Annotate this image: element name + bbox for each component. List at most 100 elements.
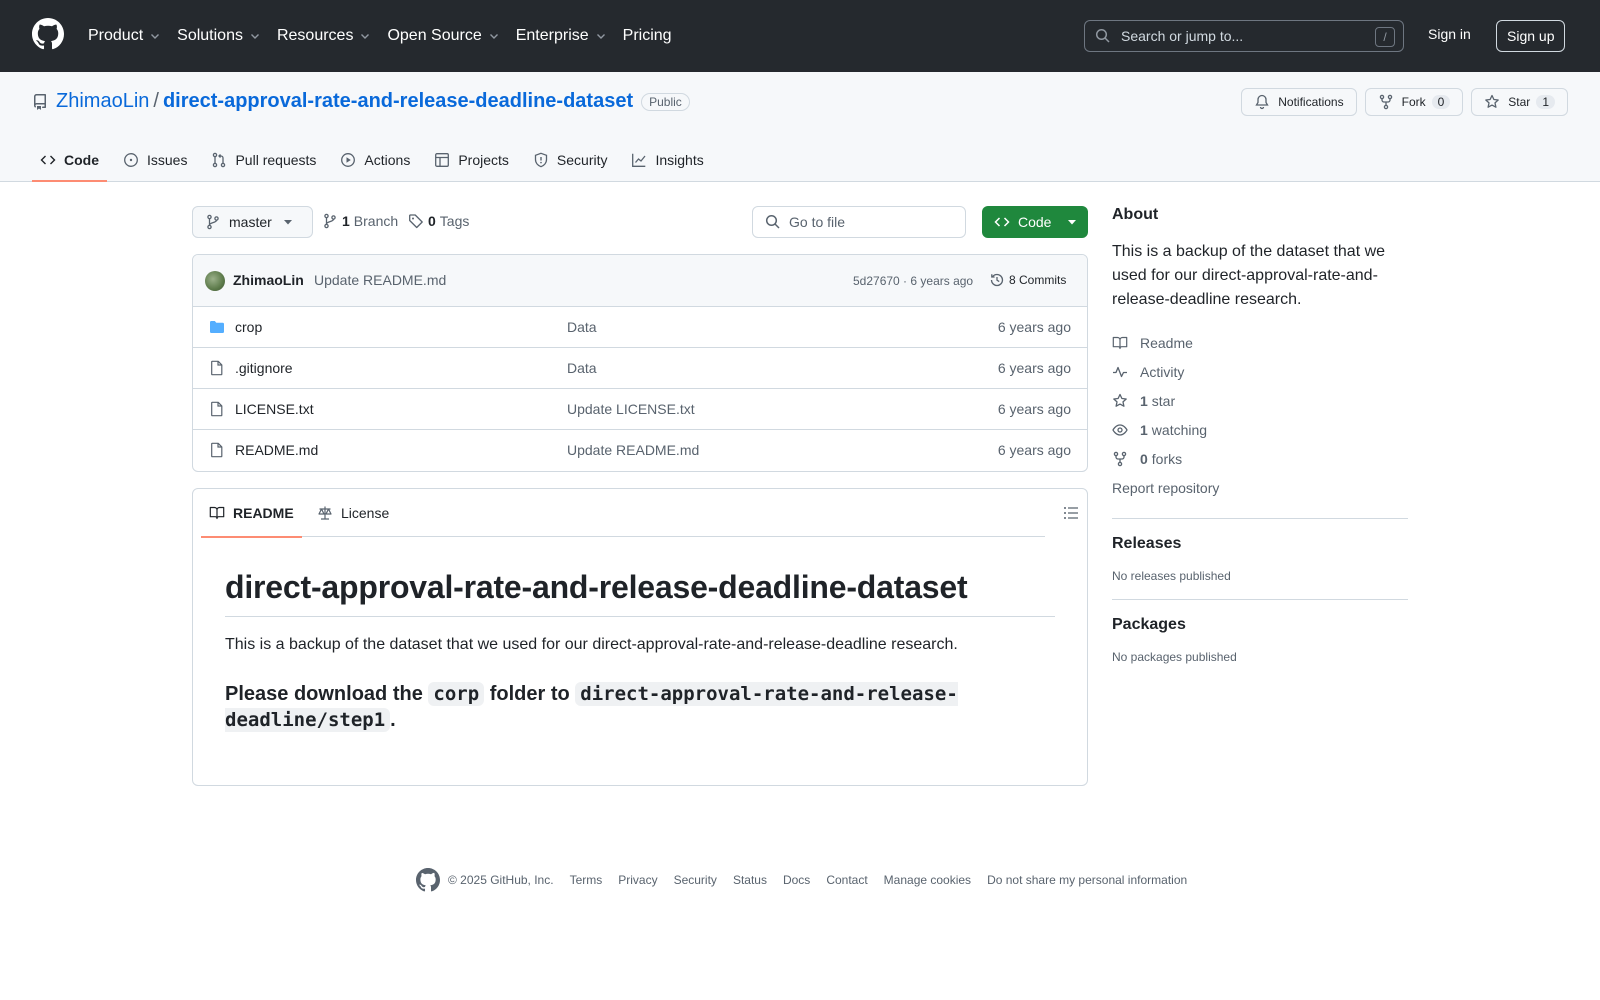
file-list: ZhimaoLin Update README.md 5d27670 · 6 y… [192,254,1088,472]
chevron-down-icon [489,34,498,39]
nav-label: Pricing [622,27,672,44]
search-icon [1095,28,1110,43]
tab-label: Code [64,152,99,168]
caret-down-icon [283,220,292,225]
code-dropdown-button[interactable]: Code [982,206,1088,238]
code-button-label: Code [1018,214,1052,230]
footer-link-privacy[interactable]: Privacy [618,873,657,887]
fork-count: 0 [1431,95,1451,109]
commits-history-link[interactable]: 8 Commits [989,272,1066,288]
tab-security[interactable]: Security [525,140,616,180]
forks-link[interactable]: 0 forks [1112,444,1408,473]
commit-message-link[interactable]: Update README.md [314,272,446,288]
file-name-link[interactable]: crop [235,319,262,335]
footer-link-terms[interactable]: Terms [570,873,603,887]
file-commit-message[interactable]: Update LICENSE.txt [567,401,695,417]
file-commit-message[interactable]: Data [567,360,597,376]
repo-owner-link[interactable]: ZhimaoLin [56,90,149,113]
stars-link[interactable]: 1 star [1112,386,1408,415]
footer-link-status[interactable]: Status [733,873,767,887]
github-logo-icon[interactable] [416,868,440,892]
nav-product[interactable]: Product [88,22,161,50]
pulse-icon [1113,366,1127,377]
nav-open-source[interactable]: Open Source [387,22,499,50]
readme-tabs: README License [201,489,1045,538]
readme-content: direct-approval-rate-and-release-deadlin… [193,537,1087,765]
file-commit-message[interactable]: Data [567,319,597,335]
nav-label: Open Source [387,27,482,44]
tags-link[interactable]: 0 Tags [408,213,469,229]
footer-link-do-not-share[interactable]: Do not share my personal information [987,873,1187,887]
file-name-link[interactable]: .gitignore [235,360,293,376]
footer-link-docs[interactable]: Docs [783,873,810,887]
nav-resources[interactable]: Resources [277,22,371,50]
branch-count: 1 [342,213,350,229]
tab-readme[interactable]: README [201,489,302,538]
tab-license[interactable]: License [309,489,397,537]
go-to-file-input[interactable]: Go to file [752,206,966,238]
about-links: Readme Activity 1 star 1 watching 0 fork… [1112,328,1408,502]
repo-separator: / [153,90,159,112]
branch-selector[interactable]: master [192,206,313,238]
table-row[interactable]: crop Data 6 years ago [193,307,1087,348]
commit-author-link[interactable]: ZhimaoLin [233,272,304,288]
tab-label: Issues [147,152,188,168]
file-commit-message[interactable]: Update README.md [567,442,699,458]
watching-label: watching [1151,421,1208,438]
tab-label: Insights [655,152,704,168]
notifications-button[interactable]: Notifications [1241,88,1357,116]
report-repository-link[interactable]: Report repository [1112,473,1408,502]
nav-label: Resources [276,27,354,44]
list-unordered-icon[interactable] [1063,505,1079,521]
shield-icon [534,152,548,168]
nav-label: Product [88,27,144,44]
chevron-down-icon [596,34,605,39]
tag-count: 0 [428,213,436,229]
tab-issues[interactable]: Issues [115,140,195,180]
search-input[interactable]: Search or jump to... / [1084,20,1404,52]
table-row[interactable]: LICENSE.txt Update LICENSE.txt 6 years a… [193,389,1087,430]
repo-name-link[interactable]: direct-approval-rate-and-release-deadlin… [163,90,633,113]
footer-link-manage-cookies[interactable]: Manage cookies [884,873,971,887]
file-name-link[interactable]: LICENSE.txt [235,401,314,417]
footer-link-security[interactable]: Security [674,873,717,887]
watching-link[interactable]: 1 watching [1112,415,1408,444]
sign-in-link[interactable]: Sign in [1428,26,1471,42]
file-date: 6 years ago [997,360,1071,376]
commit-hash-age[interactable]: 5d27670 · 6 years ago [853,274,973,288]
branches-link[interactable]: 1 Branch [322,213,398,229]
sign-up-button[interactable]: Sign up [1496,20,1566,52]
tab-actions[interactable]: Actions [332,140,418,180]
tab-pull-requests[interactable]: Pull requests [203,140,324,180]
releases-heading[interactable]: Releases [1112,535,1408,553]
packages-heading[interactable]: Packages [1112,616,1408,634]
activity-link-label: Activity [1140,363,1185,380]
table-row[interactable]: README.md Update README.md 6 years ago [193,430,1087,471]
table-row[interactable]: .gitignore Data 6 years ago [193,348,1087,389]
sidebar-divider [1112,518,1408,519]
github-logo-icon[interactable] [32,18,64,50]
fork-icon [1113,451,1127,466]
main-content: master 1 Branch 0 Tags Go to file Code Z… [192,206,1088,786]
nav-enterprise[interactable]: Enterprise [516,22,607,50]
star-icon [1113,393,1127,407]
avatar[interactable] [205,271,225,291]
branch-icon [207,214,219,230]
nav-pricing[interactable]: Pricing [623,22,672,50]
global-header: Product Solutions Resources Open Source … [0,0,1600,72]
activity-link[interactable]: Activity [1112,357,1408,386]
tab-code[interactable]: Code [32,140,107,182]
watching-count: 1 [1140,421,1148,438]
tab-projects[interactable]: Projects [426,140,517,180]
readme-title: direct-approval-rate-and-release-deadlin… [225,569,1055,617]
fork-button[interactable]: Fork 0 [1364,88,1464,116]
star-button[interactable]: Star 1 [1471,88,1568,116]
readme-link[interactable]: Readme [1112,328,1408,357]
tab-insights[interactable]: Insights [623,140,711,180]
history-icon [990,273,1004,287]
pull-request-icon [213,152,226,168]
nav-solutions[interactable]: Solutions [177,22,261,50]
latest-commit-bar: ZhimaoLin Update README.md 5d27670 · 6 y… [193,255,1087,307]
file-name-link[interactable]: README.md [235,442,318,458]
footer-link-contact[interactable]: Contact [826,873,867,887]
